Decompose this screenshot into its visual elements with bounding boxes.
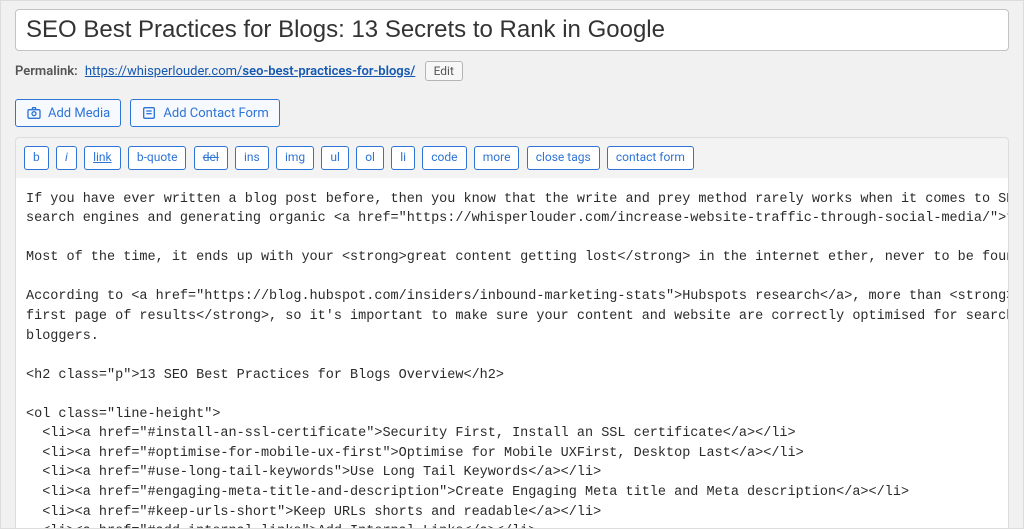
form-icon: [141, 105, 157, 121]
add-media-label: Add Media: [48, 106, 110, 121]
qt-img-button[interactable]: img: [276, 146, 314, 170]
qt-del-button[interactable]: del: [194, 146, 228, 170]
post-title-input[interactable]: [15, 9, 1009, 51]
qt-italic-button[interactable]: i: [56, 146, 77, 170]
qt-link-button[interactable]: link: [84, 146, 121, 170]
permalink-label: Permalink:: [15, 64, 78, 79]
qt-bquote-button[interactable]: b-quote: [128, 146, 187, 170]
qt-contact-form-button[interactable]: contact form: [607, 146, 694, 170]
qt-ins-button[interactable]: ins: [235, 146, 269, 170]
permalink-edit-button[interactable]: Edit: [425, 61, 463, 81]
qt-ol-button[interactable]: ol: [356, 146, 384, 170]
permalink-base: https://whisperlouder.com/: [85, 64, 243, 79]
media-row: Add Media Add Contact Form: [15, 99, 1009, 127]
permalink-link[interactable]: https://whisperlouder.com/seo-best-pract…: [85, 64, 415, 79]
content-editor[interactable]: If you have ever written a blog post bef…: [15, 178, 1009, 529]
qt-bold-button[interactable]: b: [24, 146, 49, 170]
add-contact-form-button[interactable]: Add Contact Form: [130, 99, 279, 127]
qt-ul-button[interactable]: ul: [321, 146, 349, 170]
permalink-slug: seo-best-practices-for-blogs/: [242, 64, 415, 79]
qt-more-button[interactable]: more: [474, 146, 520, 170]
add-media-button[interactable]: Add Media: [15, 99, 121, 127]
camera-icon: [26, 105, 42, 121]
qt-close-tags-button[interactable]: close tags: [527, 146, 600, 170]
qt-code-button[interactable]: code: [422, 146, 466, 170]
add-contact-form-label: Add Contact Form: [163, 106, 268, 121]
qt-li-button[interactable]: li: [391, 146, 415, 170]
quicktags-toolbar: b i link b-quote del ins img ul ol li co…: [15, 137, 1009, 178]
permalink-row: Permalink: https://whisperlouder.com/seo…: [15, 61, 1009, 81]
